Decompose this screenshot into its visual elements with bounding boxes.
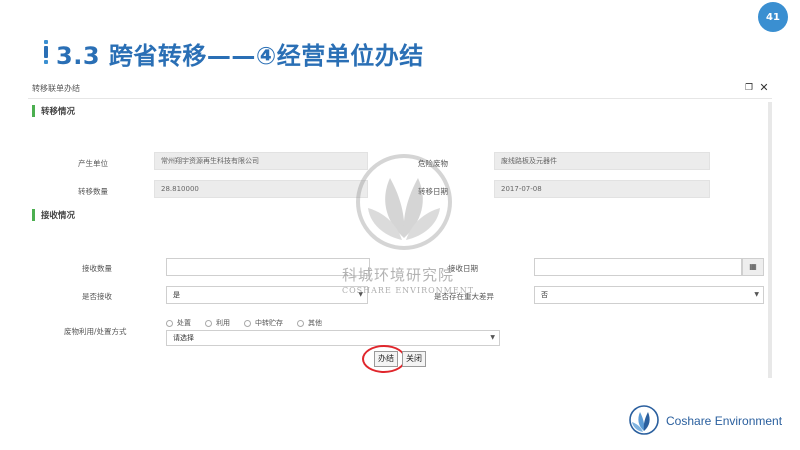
section-marker <box>32 105 35 117</box>
dialog-title: 转移联单办结 <box>32 84 80 93</box>
recv-date-input[interactable] <box>534 258 742 276</box>
recv-qty-label: 接收数量 <box>82 264 112 273</box>
method-radio-group: 处置 利用 中转贮存 其他 <box>166 318 336 328</box>
transfer-date-field: 2017-07-08 <box>494 180 710 198</box>
option-label: 处置 <box>177 319 191 327</box>
section-heading-text: 转移情况 <box>41 107 76 117</box>
option-label: 其他 <box>308 319 322 327</box>
waste-field: 废线路板及元器件 <box>494 152 710 170</box>
slide-title: 3.3 跨省转移——④经营单位办结 <box>56 42 424 70</box>
method-option-disposal[interactable]: 处置 <box>166 318 191 328</box>
method-select-placeholder: 请选择 <box>173 334 194 342</box>
page-number-badge: 41 <box>758 2 788 32</box>
watermark-leaf-logo <box>356 154 452 250</box>
recv-qty-input[interactable] <box>166 258 370 276</box>
title-accent-bar <box>44 40 48 64</box>
restore-window-icon[interactable]: ❐ <box>744 83 754 93</box>
method-option-storage[interactable]: 中转贮存 <box>244 318 283 328</box>
producer-label: 产生单位 <box>78 159 108 168</box>
method-label: 废物利用/处置方式 <box>64 327 127 336</box>
dialog-scrollbar[interactable] <box>768 102 772 378</box>
dialog-header: 转移联单办结 ❐ ✕ <box>28 80 772 99</box>
method-option-other[interactable]: 其他 <box>297 318 322 328</box>
close-button[interactable]: 关闭 <box>402 351 426 367</box>
method-option-utilize[interactable]: 利用 <box>205 318 230 328</box>
producer-field: 常州翔宇资源再生科技有限公司 <box>154 152 368 170</box>
accepted-label: 是否接收 <box>82 292 112 301</box>
quantity-label: 转移数量 <box>78 187 108 196</box>
watermark-cn: 科城环境研究院 <box>342 266 455 284</box>
coshare-logo-icon <box>629 405 659 435</box>
quantity-field: 28.810000 <box>154 180 368 198</box>
option-label: 利用 <box>216 319 230 327</box>
accepted-select-value: 是 <box>173 291 180 299</box>
accepted-select[interactable]: 是 ▼ <box>166 286 368 304</box>
finish-button[interactable]: 办结 <box>374 351 398 367</box>
chevron-down-icon: ▼ <box>490 334 495 341</box>
method-select[interactable]: 请选择 ▼ <box>166 330 500 346</box>
option-label: 中转贮存 <box>255 319 283 327</box>
receive-section-heading: 接收情况 <box>32 208 75 222</box>
chevron-down-icon: ▼ <box>754 291 759 298</box>
brand-name: Coshare Environment <box>666 414 783 428</box>
radio-circle[interactable] <box>166 319 173 327</box>
calendar-icon[interactable]: ▦ <box>742 258 764 276</box>
section-heading-text: 接收情况 <box>41 211 76 221</box>
discrepancy-select-value: 否 <box>541 291 548 299</box>
watermark-en: COSHARE ENVIRONMENT <box>342 286 475 295</box>
radio-circle[interactable] <box>205 319 212 327</box>
transfer-section-heading: 转移情况 <box>32 104 75 118</box>
section-marker <box>32 209 35 221</box>
close-icon[interactable]: ✕ <box>759 82 769 94</box>
radio-circle[interactable] <box>297 319 304 327</box>
discrepancy-select[interactable]: 否 ▼ <box>534 286 764 304</box>
radio-circle[interactable] <box>244 319 251 327</box>
